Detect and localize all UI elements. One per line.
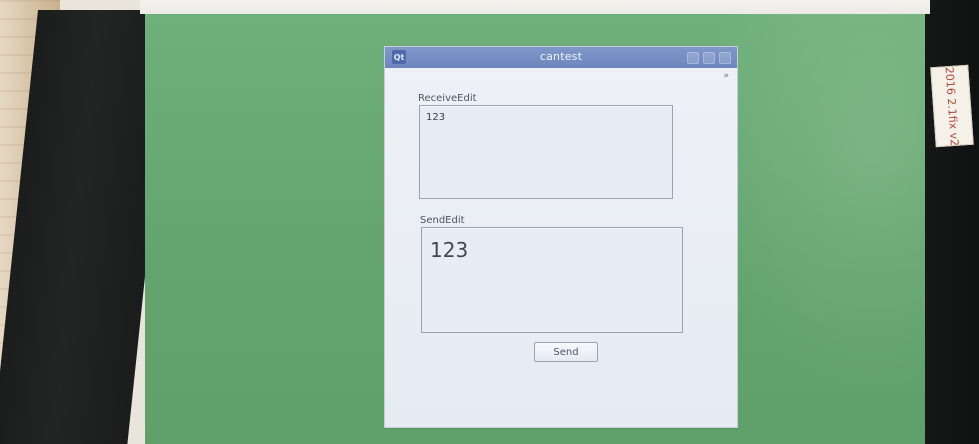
monitor-top-edge (140, 0, 930, 14)
app-window: Qt cantest » ReceiveEdit 123 SendEdit 12… (384, 46, 738, 428)
send-edit-textbox[interactable]: 123 (421, 227, 683, 333)
receive-edit-textbox[interactable]: 123 (419, 105, 673, 199)
sticker-text: 2016 2.1fix v2 (942, 65, 962, 147)
titlebar[interactable]: Qt cantest (385, 47, 737, 68)
corner-mark: » (723, 71, 729, 81)
receive-edit-label: ReceiveEdit (418, 93, 477, 104)
receive-edit-value: 123 (426, 112, 446, 123)
window-buttons (687, 52, 731, 64)
window-title: cantest (539, 50, 583, 63)
maximize-button[interactable] (703, 52, 715, 64)
send-button[interactable]: Send (534, 342, 598, 362)
close-button[interactable] (719, 52, 731, 64)
send-edit-label: SendEdit (420, 215, 465, 226)
minimize-button[interactable] (687, 52, 699, 64)
send-edit-value: 123 (430, 238, 469, 262)
paper-sticker: 2016 2.1fix v2 (930, 64, 974, 148)
